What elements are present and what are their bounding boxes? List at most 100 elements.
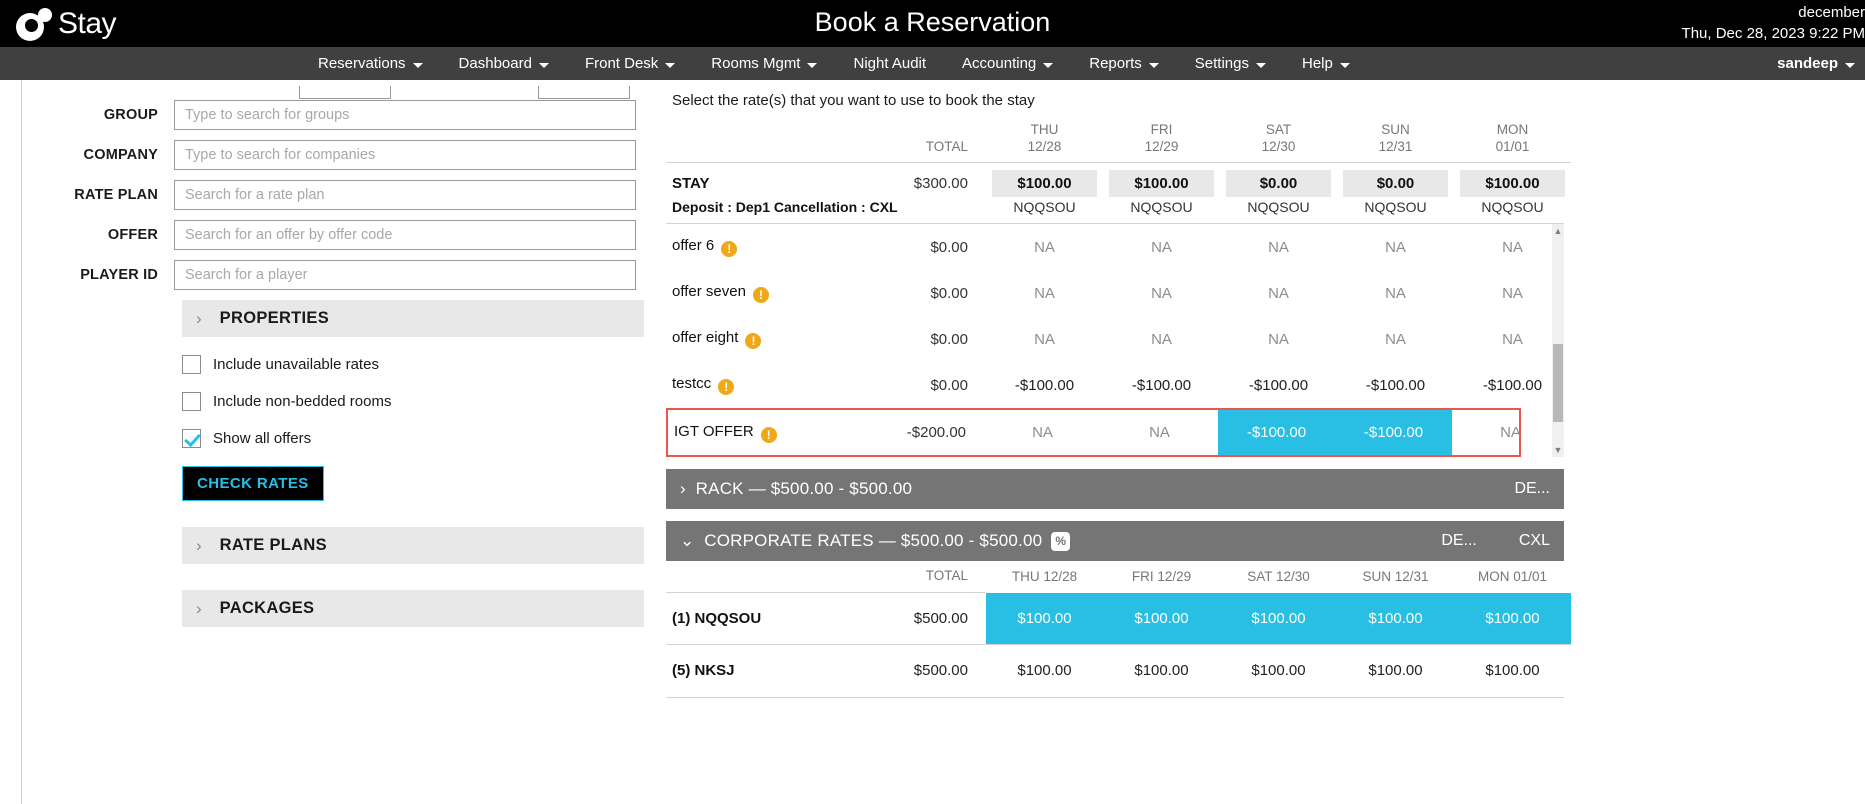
rate-plan-input[interactable] <box>174 180 636 210</box>
offers-scroll-area: offer 6! $0.00 NA NA NA NA NA offer seve… <box>666 223 1564 457</box>
offer-day-cell[interactable]: NA <box>1220 270 1337 316</box>
company-input[interactable] <box>174 140 636 170</box>
player-id-input[interactable] <box>174 260 636 290</box>
nav-item-night-audit[interactable]: Night Audit <box>835 47 944 80</box>
day-header-4: MON 01/01 <box>1454 121 1571 163</box>
rack-deposit-label[interactable]: DE... <box>1514 480 1550 498</box>
day-date: 12/28 <box>1043 568 1078 584</box>
offer-day-cell[interactable]: NA <box>1103 316 1220 362</box>
warning-icon[interactable]: ! <box>760 426 777 443</box>
offer-day-cell[interactable]: -$100.00 <box>986 362 1103 408</box>
offer-row[interactable]: testcc! $0.00 -$100.00 -$100.00 -$100.00… <box>666 362 1571 408</box>
corporate-day-cell-active[interactable]: $100.00 <box>1454 592 1571 645</box>
corporate-cancellation-label[interactable]: CXL <box>1519 532 1550 550</box>
selected-offer-day-cell-active[interactable]: -$100.00 <box>1218 410 1335 455</box>
corporate-day-cell[interactable]: $100.00 <box>1220 644 1337 697</box>
partial-field-right[interactable] <box>538 86 630 99</box>
nav-item-reports[interactable]: Reports <box>1071 47 1177 80</box>
chevron-down-icon <box>1148 62 1159 68</box>
day-of-week: SAT <box>1247 568 1273 584</box>
warning-icon[interactable]: ! <box>745 333 762 349</box>
group-input[interactable] <box>174 100 636 130</box>
scroll-down-arrow[interactable]: ▼ <box>1552 443 1564 457</box>
show-all-offers-checkbox[interactable] <box>182 429 201 448</box>
day-of-week: SUN <box>1381 122 1410 137</box>
chevron-down-icon <box>1255 62 1266 68</box>
corporate-day-cell[interactable]: $100.00 <box>1337 644 1454 697</box>
environment-label: december <box>1798 4 1865 21</box>
offers-scrollbar[interactable]: ▲ ▼ <box>1552 224 1564 457</box>
offer-day-cell[interactable]: -$100.00 <box>1220 362 1337 408</box>
offer-input[interactable] <box>174 220 636 250</box>
selected-offer-row[interactable]: IGT OFFER! -$200.00 NA NA -$100.00 -$100… <box>668 410 1569 455</box>
nav-item-accounting[interactable]: Accounting <box>944 47 1071 80</box>
offer-day-cell[interactable]: NA <box>986 224 1103 270</box>
offer-day-cell[interactable]: -$100.00 <box>1337 362 1454 408</box>
nav-item-rooms-mgmt[interactable]: Rooms Mgmt <box>693 47 835 80</box>
offer-day-cell[interactable]: NA <box>986 316 1103 362</box>
current-datetime: Thu, Dec 28, 2023 9:22 PM <box>1681 25 1865 42</box>
selected-offer-table: IGT OFFER! -$200.00 NA NA -$100.00 -$100… <box>668 410 1569 455</box>
offer-row[interactable]: offer seven! $0.00 NA NA NA NA NA <box>666 270 1571 316</box>
rate-plan-rack-header[interactable]: › RACK — $500.00 - $500.00 DE... <box>666 469 1564 509</box>
nav-item-reservations[interactable]: Reservations <box>300 47 441 80</box>
section-packages[interactable]: › PACKAGES <box>182 590 644 627</box>
corporate-day-cell[interactable]: $100.00 <box>986 644 1103 697</box>
nav-item-dashboard[interactable]: Dashboard <box>441 47 567 80</box>
corporate-day-cell-active[interactable]: $100.00 <box>986 592 1103 645</box>
nav-item-front-desk[interactable]: Front Desk <box>567 47 693 80</box>
warning-icon[interactable]: ! <box>752 287 769 303</box>
warning-icon[interactable]: ! <box>718 379 735 395</box>
corporate-day-cell[interactable]: $100.00 <box>1103 644 1220 697</box>
scrollbar-thumb[interactable] <box>1553 344 1563 422</box>
user-menu[interactable]: sandeep <box>1777 47 1855 80</box>
checkbox-row-show-all-offers[interactable]: Show all offers <box>182 429 658 448</box>
day-date: 12/29 <box>1157 568 1192 584</box>
offer-day-cell[interactable]: -$100.00 <box>1103 362 1220 408</box>
section-rate-plans[interactable]: › RATE PLANS <box>182 527 644 564</box>
show-all-offers-label: Show all offers <box>213 430 312 447</box>
selected-offer-day-cell[interactable]: NA <box>984 410 1101 455</box>
offer-day-cell[interactable]: NA <box>1220 316 1337 362</box>
offer-row[interactable]: offer eight! $0.00 NA NA NA NA NA <box>666 316 1571 362</box>
nav-item-help[interactable]: Help <box>1284 47 1368 80</box>
chevron-right-icon: › <box>680 479 686 498</box>
nav-item-settings[interactable]: Settings <box>1177 47 1284 80</box>
corporate-day-cell-active[interactable]: $100.00 <box>1103 592 1220 645</box>
selected-offer-day-cell-active[interactable]: -$100.00 <box>1335 410 1452 455</box>
nav-label: Dashboard <box>458 55 532 72</box>
corporate-day-cell-active[interactable]: $100.00 <box>1220 592 1337 645</box>
scroll-up-arrow[interactable]: ▲ <box>1552 224 1564 238</box>
offer-total: $0.00 <box>930 238 968 256</box>
chevron-down-icon <box>807 62 818 68</box>
warning-icon[interactable]: ! <box>721 241 738 257</box>
offer-day-cell[interactable]: NA <box>1337 224 1454 270</box>
corporate-day-cell-active[interactable]: $100.00 <box>1337 592 1454 645</box>
offer-row[interactable]: offer 6! $0.00 NA NA NA NA NA <box>666 224 1571 270</box>
offer-day-cell[interactable]: NA <box>1337 270 1454 316</box>
main-navigation: Reservations Dashboard Front Desk Rooms … <box>0 47 1865 80</box>
corporate-deposit-label[interactable]: DE... <box>1441 532 1477 550</box>
corporate-rate-row[interactable]: (5) NKSJ $500.00 $100.00 $100.00 $100.00… <box>666 644 1571 697</box>
corporate-rate-row[interactable]: (1) NQQSOU $500.00 $100.00 $100.00 $100.… <box>666 592 1571 645</box>
selected-offer-name: IGT OFFER <box>674 422 754 440</box>
check-rates-button[interactable]: CHECK RATES <box>182 466 324 501</box>
chevron-right-icon: › <box>196 309 202 328</box>
selected-offer-day-cell[interactable]: NA <box>1101 410 1218 455</box>
checkbox-row-include-unavailable[interactable]: Include unavailable rates <box>182 355 658 374</box>
offer-day-cell[interactable]: NA <box>986 270 1103 316</box>
corp-day-header-3: SUN 12/31 <box>1337 567 1454 593</box>
offer-day-cell[interactable]: NA <box>1103 270 1220 316</box>
checkbox-row-include-non-bedded[interactable]: Include non-bedded rooms <box>182 392 658 411</box>
include-non-bedded-rooms-checkbox[interactable] <box>182 392 201 411</box>
partial-field-left[interactable] <box>299 86 391 99</box>
rate-plan-corporate-header[interactable]: ⌄ CORPORATE RATES — $500.00 - $500.00 % … <box>666 521 1564 561</box>
offer-day-cell[interactable]: NA <box>1337 316 1454 362</box>
offer-day-cell[interactable]: NA <box>1220 224 1337 270</box>
day-date: 12/30 <box>1275 568 1310 584</box>
section-properties[interactable]: › PROPERTIES <box>182 300 644 337</box>
include-unavailable-rates-checkbox[interactable] <box>182 355 201 374</box>
corporate-day-cell[interactable]: $100.00 <box>1454 644 1571 697</box>
section-packages-label: PACKAGES <box>219 599 315 617</box>
offer-day-cell[interactable]: NA <box>1103 224 1220 270</box>
